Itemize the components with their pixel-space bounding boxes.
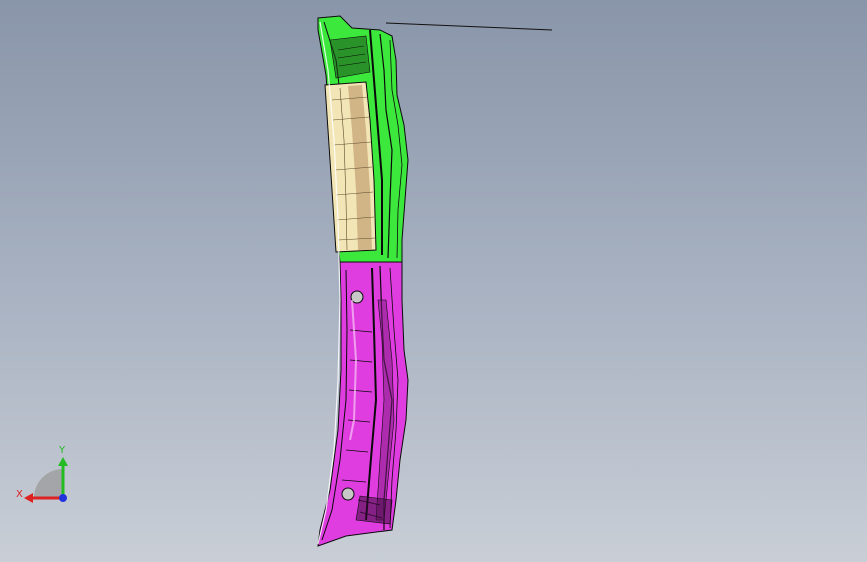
insert-panel[interactable] bbox=[324, 81, 377, 253]
graphics-viewport[interactable]: Y X bbox=[0, 0, 867, 562]
lower-part-hatch bbox=[355, 495, 393, 525]
x-axis-arrow bbox=[24, 493, 33, 503]
reference-line bbox=[385, 22, 553, 31]
x-axis-label: X bbox=[16, 489, 23, 500]
y-axis-label: Y bbox=[58, 445, 66, 456]
upper-part-hatch bbox=[329, 35, 371, 79]
cad-model[interactable] bbox=[0, 0, 867, 562]
z-axis-dot bbox=[59, 494, 67, 502]
lower-part[interactable] bbox=[317, 261, 409, 547]
coordinate-triad: Y X bbox=[16, 445, 68, 503]
mounting-boss bbox=[341, 487, 355, 501]
triad-plane bbox=[34, 469, 63, 498]
y-axis-arrow bbox=[58, 457, 68, 466]
